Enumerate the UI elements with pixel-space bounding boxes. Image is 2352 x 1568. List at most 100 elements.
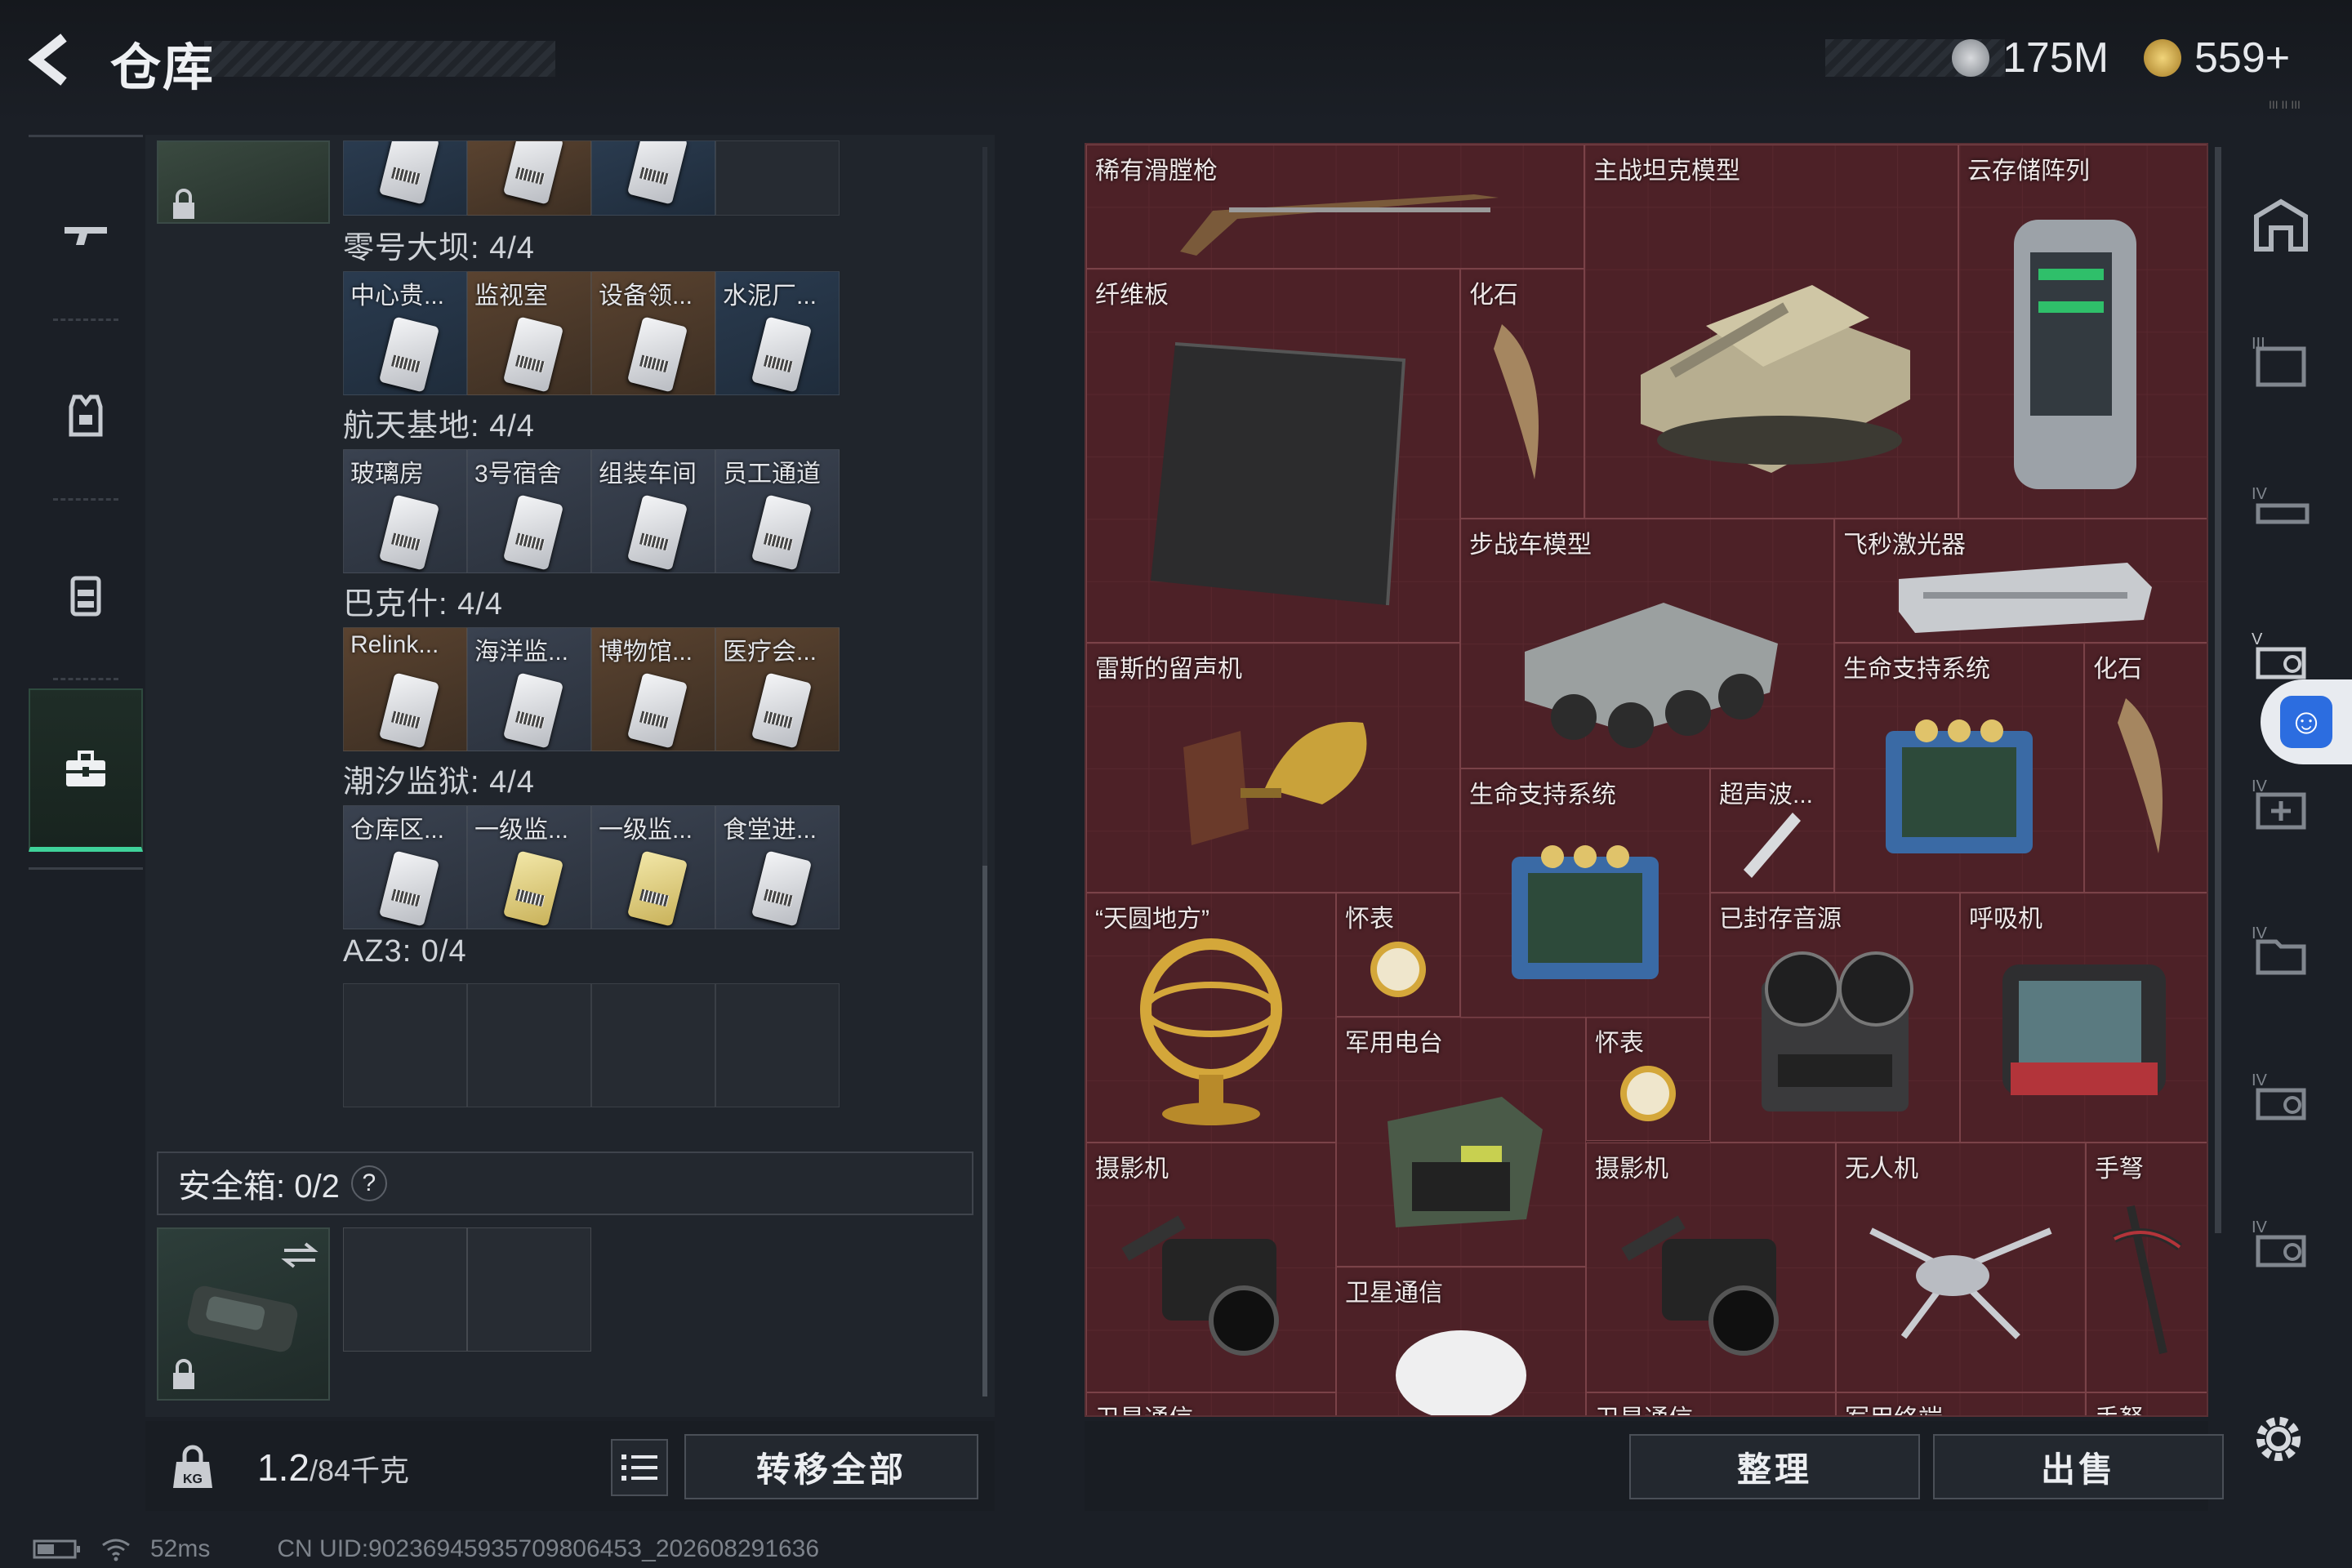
stash-filter-tier3[interactable]: III bbox=[2244, 327, 2318, 400]
stash-item[interactable]: 军用电台 bbox=[1336, 1017, 1586, 1267]
help-button[interactable]: ? bbox=[350, 1165, 387, 1201]
keycard-slot[interactable]: Relink... bbox=[343, 627, 467, 751]
transfer-all-button[interactable]: 转移全部 bbox=[684, 1434, 978, 1499]
keycard-slot[interactable]: 一级监... bbox=[591, 805, 715, 929]
nav-toolbox[interactable] bbox=[29, 688, 143, 852]
wifi-icon bbox=[102, 1539, 130, 1561]
weight-lock-icon: KG bbox=[170, 1442, 216, 1491]
status-bar: 52ms CN UID:9023694593570980645З_2026082… bbox=[33, 1535, 819, 1563]
svg-text:V: V bbox=[2252, 630, 2263, 648]
left-nav bbox=[29, 135, 143, 870]
keycard-slot[interactable]: 监视室 bbox=[467, 271, 591, 395]
stash-item[interactable]: 卫星通信 bbox=[1336, 1267, 1586, 1415]
back-button[interactable] bbox=[24, 31, 82, 88]
currency-gold[interactable]: 559+ bbox=[2144, 31, 2290, 85]
stash-item[interactable]: 生命支持系统 bbox=[1460, 768, 1710, 1018]
keycard-holder-top[interactable] bbox=[157, 140, 330, 224]
gear-icon bbox=[2256, 1417, 2301, 1461]
keycard-slot-empty[interactable] bbox=[591, 983, 715, 1107]
inventory-scrollbar-thumb[interactable] bbox=[982, 866, 987, 1396]
stash-item[interactable]: 化石 bbox=[2084, 643, 2207, 893]
chevron-left-icon bbox=[28, 33, 67, 86]
keycard-slot[interactable]: 设备领... bbox=[591, 271, 715, 395]
list-view-button[interactable] bbox=[611, 1439, 668, 1496]
stash-item[interactable]: 雷斯的留声机 bbox=[1086, 643, 1460, 893]
stash-item[interactable]: 无人机 bbox=[1836, 1143, 2086, 1392]
stash-item[interactable]: “天圆地方” bbox=[1086, 893, 1336, 1143]
stash-item[interactable]: 纤维板 bbox=[1086, 269, 1460, 643]
nav-backpack[interactable] bbox=[29, 513, 143, 676]
stash-item[interactable]: 化石 bbox=[1460, 269, 1584, 519]
stash-item[interactable]: 主战坦克模型 bbox=[1584, 145, 1958, 519]
stash-item[interactable]: 超声波... bbox=[1710, 768, 1834, 893]
stash-item[interactable]: 云存储阵列 bbox=[1958, 145, 2207, 519]
tiny-indicator: III II III bbox=[2269, 98, 2301, 111]
stash-item[interactable]: 飞秒激光器 bbox=[1834, 519, 2207, 643]
stash-item[interactable]: 摄影机 bbox=[1086, 1143, 1336, 1392]
folder-icon: IV bbox=[2252, 924, 2306, 975]
swap-icon[interactable] bbox=[281, 1239, 318, 1272]
sort-button[interactable]: 整理 bbox=[1629, 1434, 1920, 1499]
stash-item[interactable]: 稀有滑膛枪 bbox=[1086, 145, 1584, 269]
nav-weapons[interactable] bbox=[29, 154, 143, 317]
uid-text: CN UID:9023694593570980645З_202608291636 bbox=[277, 1535, 820, 1562]
keycard-slot-empty[interactable] bbox=[715, 983, 840, 1107]
accessibility-button[interactable]: ☺ bbox=[2261, 679, 2352, 764]
stash-item[interactable]: 手弩 bbox=[2086, 1392, 2207, 1415]
stash-item[interactable]: 卫星通信 bbox=[1586, 1392, 1836, 1415]
stash-filter-misc2[interactable]: IV bbox=[2244, 1209, 2318, 1282]
keycard-slot-empty[interactable] bbox=[343, 983, 467, 1107]
stash-filter-folder[interactable]: IV bbox=[2244, 915, 2318, 988]
safebox-slot[interactable] bbox=[467, 1227, 591, 1352]
nav-armor[interactable] bbox=[29, 333, 143, 497]
keycard-slot[interactable]: 水泥厂... bbox=[715, 271, 840, 395]
stash-filter-medical[interactable]: IV bbox=[2244, 768, 2318, 841]
keycard-slot[interactable]: 一级监... bbox=[467, 805, 591, 929]
weight-display: 1.2/84千克 bbox=[257, 1446, 409, 1490]
stash-filter-all[interactable] bbox=[2244, 188, 2318, 261]
stash-item[interactable]: 手弩 bbox=[2086, 1143, 2207, 1392]
stash-filter-misc1[interactable]: IV bbox=[2244, 1062, 2318, 1135]
stash-item[interactable]: 已封存音源 bbox=[1710, 893, 1960, 1143]
safebox-container[interactable] bbox=[157, 1227, 330, 1401]
keycard-slot[interactable]: 博物馆... bbox=[591, 627, 715, 751]
tier-gun-icon: IV bbox=[2252, 485, 2310, 524]
keycard-slot[interactable]: 玻璃房 bbox=[343, 449, 467, 573]
keycard-slot[interactable]: 医疗会... bbox=[715, 627, 840, 751]
stash-item[interactable]: 生命支持系统 bbox=[1834, 643, 2084, 893]
keycard-slot[interactable]: 3号宿舍 bbox=[467, 449, 591, 573]
safebox-case-icon bbox=[187, 1285, 298, 1352]
stash-item[interactable]: 怀表 bbox=[1336, 893, 1460, 1017]
sell-button[interactable]: 出售 bbox=[1933, 1434, 2224, 1499]
keycard-slot[interactable]: 组装车间 bbox=[591, 449, 715, 573]
svg-text:KG: KG bbox=[183, 1472, 203, 1486]
stash-item[interactable]: 军用终端 bbox=[1836, 1392, 2086, 1415]
stash-item[interactable]: 呼吸机 bbox=[1960, 893, 2207, 1143]
keycard-slot[interactable] bbox=[467, 140, 591, 216]
safebox-label: 安全箱: 0/2 bbox=[178, 1169, 340, 1205]
stash-item[interactable]: 卫星通信 bbox=[1086, 1392, 1336, 1415]
stash-scrollbar[interactable] bbox=[2215, 147, 2221, 1233]
stash-item[interactable]: 摄影机 bbox=[1586, 1143, 1836, 1392]
keycard-slot[interactable] bbox=[343, 140, 467, 216]
weight-value: 1.2 bbox=[257, 1446, 310, 1489]
keycard-slot[interactable] bbox=[591, 140, 715, 216]
keycard-slot-empty[interactable] bbox=[467, 983, 591, 1107]
keycard-slot[interactable]: 食堂进... bbox=[715, 805, 840, 929]
stash-item[interactable]: 步战车模型 bbox=[1460, 519, 1834, 768]
keycard-group-label: 潮汐监狱: 4/4 bbox=[343, 765, 535, 800]
tier-case-icon: IV bbox=[2252, 1071, 2306, 1120]
safebox-slot[interactable] bbox=[343, 1227, 467, 1352]
gold-coin-icon bbox=[2144, 39, 2181, 77]
keycard-slot[interactable]: 仓库区... bbox=[343, 805, 467, 929]
svg-text:IV: IV bbox=[2252, 1218, 2268, 1236]
battery-icon bbox=[33, 1539, 80, 1559]
keycard-slot[interactable]: 海洋监... bbox=[467, 627, 591, 751]
settings-button[interactable] bbox=[2247, 1408, 2310, 1470]
stash-item[interactable]: 怀表 bbox=[1586, 1017, 1710, 1141]
keycard-slot[interactable]: 中心贵... bbox=[343, 271, 467, 395]
keycard-slot[interactable]: 员工通道 bbox=[715, 449, 840, 573]
keycard-group-label: AZ3: 0/4 bbox=[343, 934, 467, 969]
keycard-slot-empty[interactable] bbox=[715, 140, 840, 216]
stash-filter-tier4[interactable]: IV bbox=[2244, 474, 2318, 547]
